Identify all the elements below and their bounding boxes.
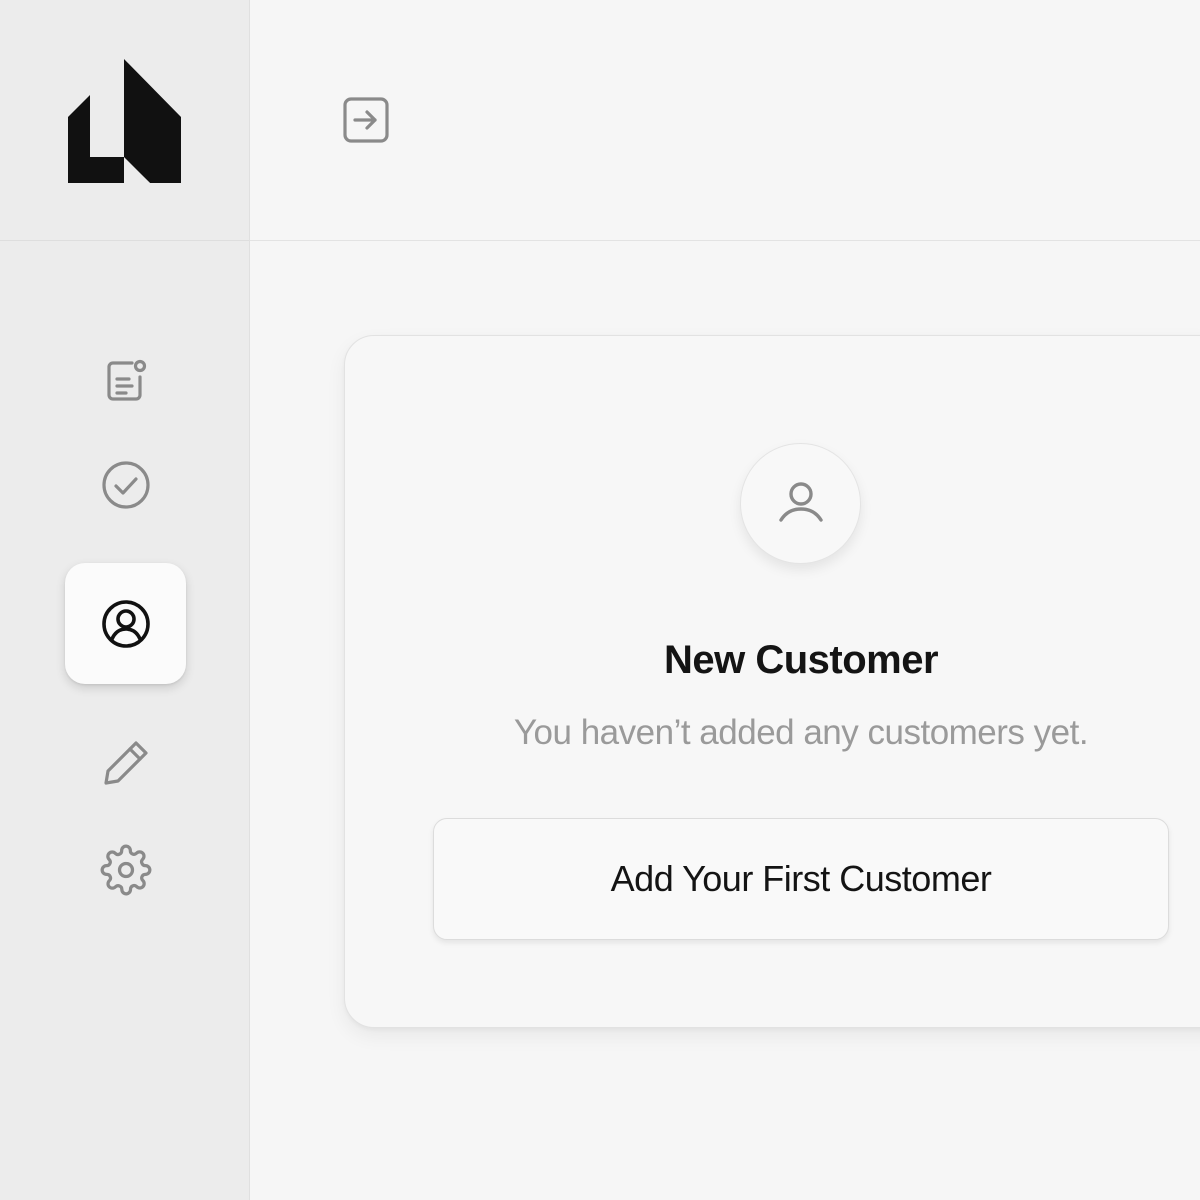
arrow-right-square-icon bbox=[343, 97, 389, 143]
expand-sidebar-button[interactable] bbox=[342, 96, 390, 144]
house-logo-icon[interactable] bbox=[68, 59, 182, 183]
top-bar bbox=[250, 0, 1200, 241]
sidebar-item-settings[interactable] bbox=[65, 809, 186, 930]
sidebar bbox=[0, 0, 250, 1200]
gear-icon bbox=[100, 844, 151, 895]
check-circle-icon bbox=[101, 460, 150, 509]
avatar bbox=[740, 443, 861, 564]
user-circle-icon bbox=[101, 599, 150, 648]
empty-state-card: New Customer You haven’t added any custo… bbox=[344, 335, 1200, 1028]
sidebar-header bbox=[0, 0, 249, 241]
sidebar-item-edit[interactable] bbox=[65, 702, 186, 823]
add-first-customer-button[interactable]: Add Your First Customer bbox=[433, 818, 1169, 940]
empty-state-subtitle: You haven’t added any customers yet. bbox=[513, 713, 1089, 752]
app-window: New Customer You haven’t added any custo… bbox=[0, 0, 1200, 1200]
pencil-icon bbox=[103, 740, 148, 785]
empty-state-title: New Customer bbox=[663, 638, 939, 682]
sidebar-item-notes[interactable] bbox=[65, 320, 186, 441]
sidebar-item-tasks[interactable] bbox=[65, 424, 186, 545]
user-icon bbox=[778, 481, 823, 522]
notes-icon bbox=[106, 359, 146, 401]
sidebar-item-customers[interactable] bbox=[65, 563, 186, 684]
